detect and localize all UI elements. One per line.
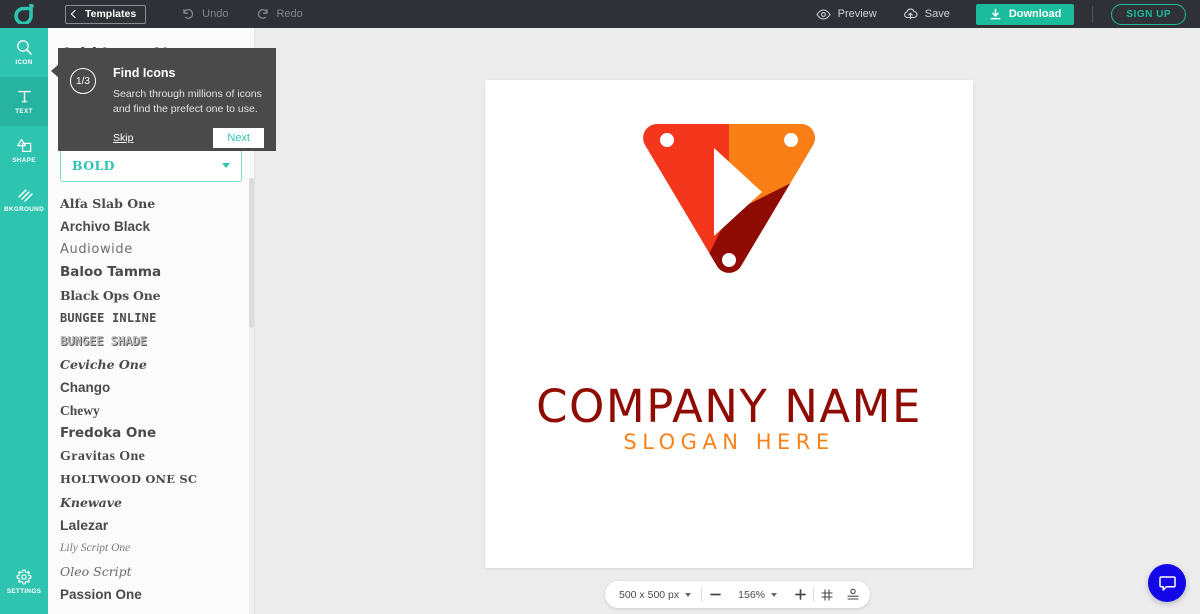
tooltip-title: Find Icons <box>113 66 264 80</box>
shapes-icon <box>16 137 33 154</box>
font-list-item[interactable]: BUNGEE INLINE <box>60 307 254 330</box>
redo-button[interactable]: Redo <box>256 0 302 28</box>
plus-icon <box>794 588 807 601</box>
font-list-scrollbar[interactable] <box>249 178 254 614</box>
redo-label: Redo <box>276 8 302 20</box>
sidebar-item-shape[interactable]: SHAPE <box>0 126 48 175</box>
save-button[interactable]: Save <box>903 8 950 20</box>
canvas-size-select[interactable]: 500 x 500 px <box>609 581 701 608</box>
sidebar-item-icon-label: ICON <box>15 59 32 66</box>
zoom-in-button[interactable] <box>787 581 813 608</box>
font-list-item[interactable]: Lily Script One <box>60 537 254 560</box>
font-list-item[interactable]: Oleo Script <box>60 560 254 583</box>
sidebar-item-shape-label: SHAPE <box>12 157 36 164</box>
templates-button-label: Templates <box>85 8 136 20</box>
font-list-item[interactable]: Knewave <box>60 491 254 514</box>
tooltip-skip-link[interactable]: Skip <box>113 132 133 144</box>
font-list[interactable]: Alfa Slab OneArchivo BlackAudiowideBaloo… <box>48 192 254 612</box>
font-list-item[interactable]: Fredoka One <box>60 422 254 445</box>
align-center-button[interactable] <box>840 581 866 608</box>
top-toolbar: Templates Undo Redo Preview <box>0 0 1200 28</box>
chevron-down-icon <box>685 593 691 597</box>
logomaker-d-icon[interactable] <box>0 0 48 28</box>
hatch-background-icon <box>16 186 33 203</box>
top-toolbar-right: Preview Save Download SIGN UP <box>816 0 1200 28</box>
tooltip-description: Search through millions of icons and fin… <box>113 87 273 117</box>
chevron-down-icon <box>222 163 230 168</box>
preview-label: Preview <box>838 8 877 20</box>
font-list-item[interactable]: Chewy <box>60 399 254 422</box>
canvas-stage[interactable]: COMPANY NAME SLOGAN HERE 500 x 500 px 15… <box>256 28 1200 614</box>
signup-button[interactable]: SIGN UP <box>1111 4 1186 25</box>
sidebar-item-background[interactable]: BKGROUND <box>0 175 48 224</box>
grid-icon <box>820 588 834 602</box>
left-rail: ICON TEXT SHAPE BKGR <box>0 28 48 614</box>
undo-button[interactable]: Undo <box>182 0 228 28</box>
preview-button[interactable]: Preview <box>816 8 877 20</box>
gear-icon <box>16 569 32 585</box>
minus-icon <box>709 588 722 601</box>
toolbar-divider <box>1092 6 1093 23</box>
templates-button[interactable]: Templates <box>65 5 146 24</box>
zoom-level-select[interactable]: 156% <box>728 581 787 608</box>
font-list-item[interactable]: BUNGEE SHADE <box>60 330 254 353</box>
sidebar-item-text[interactable]: TEXT <box>0 77 48 126</box>
font-list-scrollbar-thumb[interactable] <box>249 178 254 328</box>
sidebar-item-settings[interactable]: SETTINGS <box>0 557 48 606</box>
redo-arrow-icon <box>256 8 269 20</box>
canvas-bottom-toolbar: 500 x 500 px 156% <box>605 581 870 608</box>
font-list-item[interactable]: Black Ops One <box>60 284 254 307</box>
font-style-select[interactable]: BOLD <box>60 149 242 182</box>
font-list-item[interactable]: Baloo Tamma <box>60 261 254 284</box>
font-list-item[interactable]: Alfa Slab One <box>60 192 254 215</box>
tooltip-actions: Skip Next <box>113 128 264 148</box>
font-list-item[interactable]: Archivo Black <box>60 215 254 238</box>
font-style-select-value: BOLD <box>72 158 115 173</box>
chevron-down-icon <box>771 593 777 597</box>
sidebar-item-icon[interactable]: ICON <box>0 28 48 77</box>
download-label: Download <box>1009 8 1062 20</box>
download-icon <box>989 8 1002 21</box>
onboarding-tooltip: 1/3 Find Icons Search through millions o… <box>58 48 276 151</box>
cloud-upload-icon <box>903 8 918 20</box>
logo-maker-app: Templates Undo Redo Preview <box>0 0 1200 614</box>
font-list-item[interactable]: Chango <box>60 376 254 399</box>
tooltip-step-badge: 1/3 <box>70 68 96 94</box>
chevron-left-icon <box>71 10 79 18</box>
zoom-out-button[interactable] <box>702 581 728 608</box>
company-name-text[interactable]: COMPANY NAME <box>485 380 973 433</box>
font-list-item[interactable]: HOLTWOOD ONE SC <box>60 468 254 491</box>
font-list-item[interactable]: Lalezar <box>60 514 254 537</box>
triangle-play-logo-icon[interactable] <box>637 118 821 278</box>
align-center-icon <box>846 588 860 602</box>
zoom-level-label: 156% <box>738 589 765 601</box>
font-list-item[interactable]: Ceviche One <box>60 353 254 376</box>
font-list-item[interactable]: Audiowide <box>60 238 254 261</box>
magnifier-icon <box>16 39 33 56</box>
slogan-text[interactable]: SLOGAN HERE <box>485 430 973 454</box>
download-button[interactable]: Download <box>976 4 1075 25</box>
save-label: Save <box>925 8 950 20</box>
chat-bubble-icon <box>1158 574 1177 593</box>
signup-label: SIGN UP <box>1126 9 1171 20</box>
sidebar-item-text-label: TEXT <box>15 108 33 115</box>
toggle-grid-button[interactable] <box>814 581 840 608</box>
tooltip-next-button[interactable]: Next <box>213 128 264 148</box>
eye-icon <box>816 9 831 20</box>
undo-arrow-icon <box>182 8 195 20</box>
text-t-icon <box>16 88 33 105</box>
sidebar-item-settings-label: SETTINGS <box>7 588 41 595</box>
undo-label: Undo <box>202 8 228 20</box>
chat-button[interactable] <box>1148 564 1186 602</box>
canvas-size-label: 500 x 500 px <box>619 589 679 601</box>
font-list-item[interactable]: Passion One <box>60 583 254 606</box>
logo-canvas[interactable]: COMPANY NAME SLOGAN HERE <box>485 80 973 568</box>
font-list-item[interactable]: Gravitas One <box>60 445 254 468</box>
sidebar-item-background-label: BKGROUND <box>4 206 44 213</box>
tooltip-body: Find Icons Search through millions of ic… <box>113 66 264 148</box>
